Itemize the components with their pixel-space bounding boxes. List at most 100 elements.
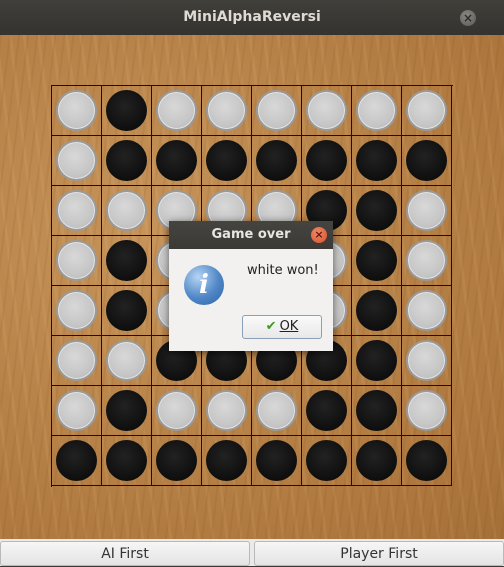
white-piece bbox=[56, 340, 97, 381]
black-piece bbox=[356, 190, 397, 231]
board-cell[interactable] bbox=[352, 386, 402, 436]
black-piece bbox=[256, 140, 297, 181]
dialog-close-button[interactable]: × bbox=[311, 227, 327, 243]
black-piece bbox=[306, 390, 347, 431]
board-cell[interactable] bbox=[252, 386, 302, 436]
board-cell[interactable] bbox=[252, 436, 302, 486]
white-piece bbox=[56, 290, 97, 331]
board-cell[interactable] bbox=[152, 436, 202, 486]
board-cell[interactable] bbox=[52, 336, 102, 386]
board-cell[interactable] bbox=[152, 136, 202, 186]
board-cell[interactable] bbox=[202, 436, 252, 486]
board-cell[interactable] bbox=[102, 236, 152, 286]
white-piece bbox=[406, 340, 447, 381]
board-cell[interactable] bbox=[402, 286, 452, 336]
black-piece bbox=[356, 440, 397, 481]
board-cell[interactable] bbox=[102, 86, 152, 136]
window-close-button[interactable]: × bbox=[460, 10, 476, 26]
ok-button[interactable]: ✔ OK bbox=[242, 315, 322, 339]
board-cell[interactable] bbox=[352, 136, 402, 186]
board-cell[interactable] bbox=[202, 386, 252, 436]
dialog-title-bar: Game over × bbox=[169, 221, 333, 249]
ai-first-button[interactable]: AI First bbox=[0, 541, 250, 566]
board-cell[interactable] bbox=[102, 286, 152, 336]
board-cell[interactable] bbox=[402, 136, 452, 186]
board-cell[interactable] bbox=[302, 386, 352, 436]
board-cell[interactable] bbox=[52, 386, 102, 436]
board-cell[interactable] bbox=[102, 186, 152, 236]
board-cell[interactable] bbox=[352, 186, 402, 236]
black-piece bbox=[356, 240, 397, 281]
black-piece bbox=[206, 140, 247, 181]
white-piece bbox=[56, 190, 97, 231]
title-bar: MiniAlphaReversi × bbox=[0, 0, 504, 35]
black-piece bbox=[56, 440, 97, 481]
board-cell[interactable] bbox=[302, 136, 352, 186]
board-cell[interactable] bbox=[52, 86, 102, 136]
black-piece bbox=[106, 440, 147, 481]
board-cell[interactable] bbox=[352, 436, 402, 486]
black-piece bbox=[356, 140, 397, 181]
board-cell[interactable] bbox=[152, 386, 202, 436]
window-title: MiniAlphaReversi bbox=[183, 9, 321, 25]
board-cell[interactable] bbox=[402, 186, 452, 236]
board-cell[interactable] bbox=[102, 386, 152, 436]
ok-label: OK bbox=[279, 319, 299, 334]
white-piece bbox=[206, 90, 247, 131]
black-piece bbox=[106, 140, 147, 181]
black-piece bbox=[356, 390, 397, 431]
board-cell[interactable] bbox=[402, 236, 452, 286]
board-cell[interactable] bbox=[202, 136, 252, 186]
board-cell[interactable] bbox=[202, 86, 252, 136]
dialog-title: Game over bbox=[211, 227, 291, 242]
board-cell[interactable] bbox=[102, 436, 152, 486]
board-cell[interactable] bbox=[52, 236, 102, 286]
white-piece bbox=[356, 90, 397, 131]
checkmark-icon: ✔ bbox=[265, 319, 277, 334]
black-piece bbox=[156, 140, 197, 181]
black-piece bbox=[256, 440, 297, 481]
board-cell[interactable] bbox=[302, 436, 352, 486]
white-piece bbox=[156, 90, 197, 131]
black-piece bbox=[306, 140, 347, 181]
board-cell[interactable] bbox=[352, 336, 402, 386]
black-piece bbox=[206, 440, 247, 481]
board-cell[interactable] bbox=[402, 436, 452, 486]
white-piece bbox=[106, 190, 147, 231]
black-piece bbox=[406, 140, 447, 181]
board-cell[interactable] bbox=[352, 236, 402, 286]
white-piece bbox=[206, 390, 247, 431]
white-piece bbox=[56, 90, 97, 131]
white-piece bbox=[256, 390, 297, 431]
board-cell[interactable] bbox=[102, 336, 152, 386]
white-piece bbox=[256, 90, 297, 131]
white-piece bbox=[406, 240, 447, 281]
player-first-button[interactable]: Player First bbox=[254, 541, 504, 566]
white-piece bbox=[406, 190, 447, 231]
black-piece bbox=[106, 90, 147, 131]
white-piece bbox=[56, 140, 97, 181]
board-cell[interactable] bbox=[402, 86, 452, 136]
black-piece bbox=[406, 440, 447, 481]
board-cell[interactable] bbox=[52, 286, 102, 336]
board-cell[interactable] bbox=[402, 336, 452, 386]
info-icon: i bbox=[184, 265, 224, 305]
board-cell[interactable] bbox=[52, 436, 102, 486]
board-cell[interactable] bbox=[302, 86, 352, 136]
board-cell[interactable] bbox=[402, 386, 452, 436]
control-bar: AI First Player First bbox=[0, 539, 504, 566]
board-cell[interactable] bbox=[352, 286, 402, 336]
board-cell[interactable] bbox=[52, 186, 102, 236]
black-piece bbox=[156, 440, 197, 481]
board-cell[interactable] bbox=[102, 136, 152, 186]
black-piece bbox=[106, 390, 147, 431]
white-piece bbox=[56, 390, 97, 431]
board-cell[interactable] bbox=[252, 136, 302, 186]
white-piece bbox=[106, 340, 147, 381]
board-cell[interactable] bbox=[252, 86, 302, 136]
white-piece bbox=[406, 290, 447, 331]
board-cell[interactable] bbox=[152, 86, 202, 136]
white-piece bbox=[56, 240, 97, 281]
board-cell[interactable] bbox=[52, 136, 102, 186]
board-cell[interactable] bbox=[352, 86, 402, 136]
